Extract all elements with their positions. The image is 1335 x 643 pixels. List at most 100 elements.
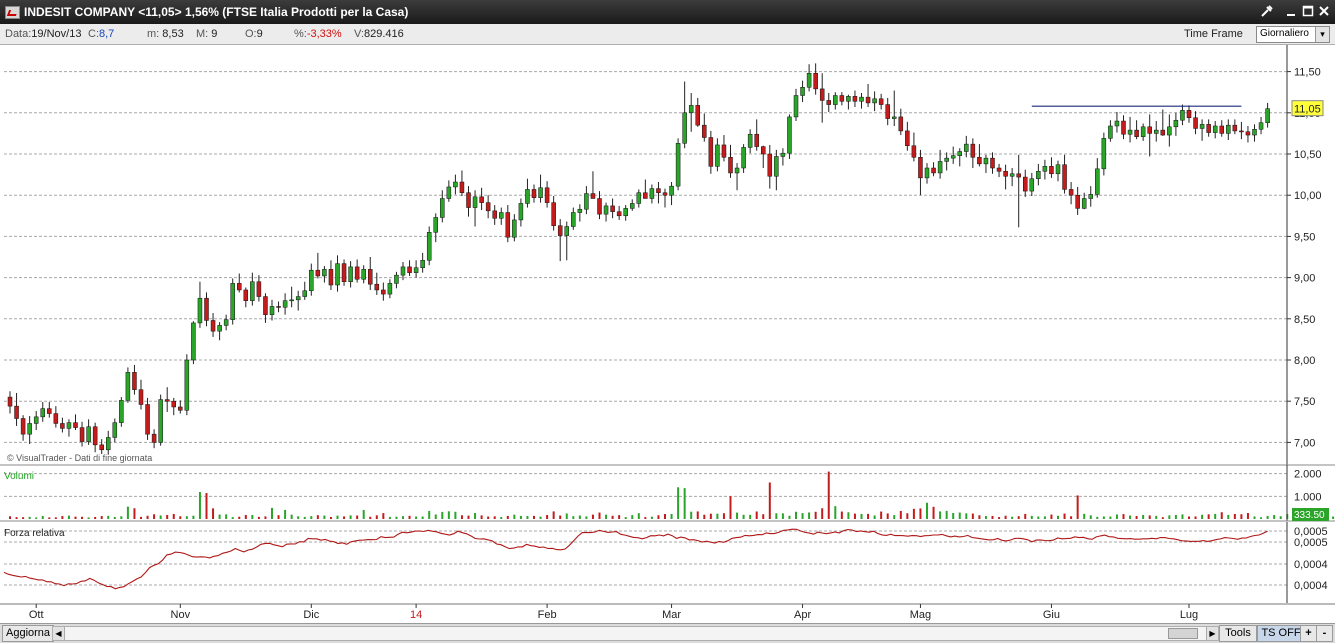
tools-icon[interactable]	[1259, 4, 1275, 20]
candle-body	[531, 189, 537, 198]
candle-body	[564, 226, 569, 236]
candle-body	[315, 269, 321, 277]
volume-bar	[1109, 516, 1112, 519]
volume-bar	[546, 515, 549, 519]
scroll-thumb[interactable]	[1168, 628, 1198, 639]
candle-body	[800, 87, 805, 96]
volume-bar	[1089, 515, 1092, 519]
candle-body	[282, 300, 288, 308]
candle-body	[859, 96, 864, 102]
candle-body	[1095, 168, 1100, 195]
candle-body	[479, 196, 484, 203]
candle-body	[905, 130, 910, 147]
candle-body	[544, 187, 550, 203]
maximize-icon[interactable]	[1300, 4, 1316, 20]
candle-body	[964, 143, 969, 152]
candle-body	[132, 372, 137, 390]
volume-bar	[395, 516, 398, 519]
candle-body	[1062, 164, 1067, 190]
close-readout: C:8,7	[88, 28, 115, 40]
zoom-out-button[interactable]: -	[1316, 625, 1333, 642]
volume-bar	[1168, 515, 1171, 519]
volume-bar	[637, 513, 640, 519]
volume-bar	[893, 515, 896, 519]
candle-body	[1121, 120, 1126, 135]
candle-body	[302, 290, 307, 297]
volume-bar	[1129, 515, 1132, 519]
scroll-left-icon[interactable]: ◀	[53, 627, 65, 640]
candle-body	[793, 95, 799, 118]
volume-bar	[899, 510, 902, 519]
volume-bar	[552, 511, 555, 519]
candle-body	[577, 208, 583, 213]
chart-area[interactable]: 11,5011,0010,5010,009,509,008,508,007,50…	[0, 45, 1335, 623]
volume-bar	[565, 513, 568, 519]
volume-bar	[605, 514, 608, 519]
volume-bar	[788, 515, 791, 519]
rs-tick-label: 0,0005	[1294, 537, 1328, 549]
candle-body	[230, 283, 235, 320]
price-tick-label: 9,00	[1294, 273, 1315, 285]
volume-bar	[611, 515, 614, 519]
volume-bar	[41, 515, 44, 519]
candle-body	[1042, 166, 1048, 172]
volume-bar	[775, 513, 778, 519]
volume-panel-label: Volumi	[4, 471, 34, 482]
candle-body	[747, 133, 753, 148]
candle-body	[459, 181, 465, 193]
candle-body	[1154, 129, 1159, 134]
candle-body	[381, 289, 386, 295]
zoom-in-button[interactable]: +	[1300, 625, 1317, 642]
close-icon[interactable]	[1316, 4, 1332, 20]
minimize-icon[interactable]	[1283, 4, 1299, 20]
volume-bar	[650, 516, 653, 519]
candle-body	[1023, 176, 1028, 192]
candle-body	[191, 322, 196, 361]
ts-off-button[interactable]: TS OFF	[1257, 625, 1305, 642]
volume-bar	[945, 510, 948, 519]
volume-bar	[146, 515, 149, 519]
update-button[interactable]: Aggiorna	[2, 625, 55, 642]
candle-body	[112, 422, 118, 438]
candle-body	[86, 426, 91, 442]
volume-bar	[1220, 512, 1223, 519]
volume-bar	[664, 514, 666, 519]
volume-bar	[382, 513, 385, 519]
candle-body	[125, 372, 131, 401]
volume-bar	[454, 511, 457, 519]
volume-bar	[1076, 495, 1079, 519]
timeframe-select[interactable]: Giornaliero ▾	[1256, 26, 1330, 43]
volume-bar	[768, 482, 771, 519]
volume-bar	[984, 516, 987, 519]
candle-body	[1127, 129, 1133, 135]
candle-body	[492, 210, 497, 219]
volume-bar	[1057, 515, 1059, 519]
volume-bar	[952, 512, 955, 519]
volume-bar	[297, 516, 300, 519]
candle-body	[309, 269, 314, 292]
volume-bar	[140, 516, 142, 519]
horizontal-scrollbar[interactable]: ◀ ▶	[52, 626, 1219, 641]
candle-body	[957, 151, 962, 156]
volume-bar	[998, 517, 1001, 519]
candle-body	[1173, 119, 1179, 128]
volume-bar	[388, 516, 391, 519]
candle-body	[669, 185, 674, 196]
candle-body	[1245, 131, 1251, 136]
volume-bar	[284, 509, 287, 519]
scroll-right-icon[interactable]: ▶	[1206, 627, 1218, 640]
candle-body	[119, 400, 124, 423]
volume-bar	[880, 511, 883, 519]
volume-bar	[310, 516, 313, 519]
volume-bar	[690, 511, 693, 519]
candle-body	[649, 188, 655, 199]
candle-body	[1265, 108, 1270, 123]
last-price-label: 11,05	[1294, 104, 1321, 116]
volume-bar	[840, 511, 843, 519]
candle-body	[557, 225, 563, 236]
price-tick-label: 11,50	[1294, 67, 1321, 79]
candle-body	[164, 399, 170, 402]
volume-bar	[1017, 516, 1020, 519]
tools-button[interactable]: Tools	[1219, 625, 1257, 642]
candle-body	[446, 186, 452, 199]
